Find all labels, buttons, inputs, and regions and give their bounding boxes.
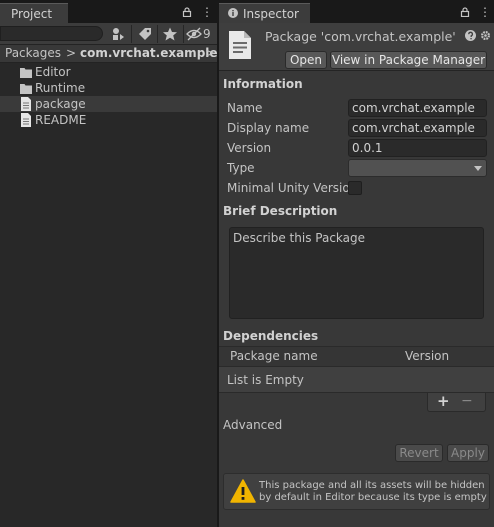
inspector-tabbar: Inspector ⋮ <box>219 0 494 23</box>
brief-description-textarea[interactable]: Describe this Package <box>229 227 484 319</box>
dependencies-list: List is Empty <box>219 367 494 393</box>
project-tab-label: Project <box>11 6 53 21</box>
lock-icon[interactable] <box>460 7 470 17</box>
folder-icon <box>20 84 32 94</box>
tree-item-label: README <box>35 113 87 127</box>
tree-item-label: Runtime <box>35 81 86 95</box>
add-dependency-button[interactable]: + <box>437 393 450 410</box>
folder-icon <box>20 68 32 78</box>
toolbar-separator <box>157 25 158 43</box>
apply-button[interactable]: Apply <box>447 444 489 462</box>
breadcrumb: Packages > com.vrchat.example > <box>0 45 217 63</box>
type-label: Type <box>227 161 255 175</box>
kebab-menu-icon[interactable]: ⋮ <box>479 5 493 19</box>
document-icon <box>21 97 31 111</box>
warning-icon <box>230 479 256 503</box>
warning-box: This package and all its assets will be … <box>223 473 490 510</box>
warning-message: This package and all its assets will be … <box>259 480 487 503</box>
version-field[interactable]: 0.0.1 <box>348 139 487 157</box>
hidden-packages-count: 9 <box>203 27 211 41</box>
dependencies-table-header: Package name Version <box>219 346 494 367</box>
package-document-icon <box>229 31 251 59</box>
column-version: Version <box>405 349 450 363</box>
chevron-down-icon <box>474 166 482 171</box>
label-tag-icon[interactable] <box>136 26 154 42</box>
toolbar-separator <box>183 25 184 43</box>
inspector-header: Package 'com.vrchat.example' Open View i… <box>219 23 494 71</box>
inspector-tab-label: Inspector <box>243 6 299 21</box>
hidden-packages-eye-icon[interactable] <box>186 26 202 42</box>
inspector-title: Package 'com.vrchat.example' <box>265 29 456 44</box>
type-dropdown[interactable] <box>348 159 487 177</box>
inspector-panel: Inspector ⋮ Package 'com.vrchat.example'… <box>219 0 494 527</box>
display-name-label: Display name <box>227 121 310 135</box>
toolbar-separator <box>131 25 132 43</box>
help-icon[interactable] <box>465 30 476 41</box>
breadcrumb-current[interactable]: com.vrchat.example <box>80 45 217 62</box>
search-input[interactable] <box>0 26 103 41</box>
document-icon <box>21 113 31 127</box>
dependencies-heading: Dependencies <box>223 329 319 343</box>
info-icon <box>228 8 238 18</box>
minimal-unity-version-label: Minimal Unity Version <box>227 181 358 195</box>
tree-item-runtime[interactable]: Runtime <box>0 80 217 96</box>
brief-description-heading: Brief Description <box>223 204 338 218</box>
gear-icon[interactable] <box>480 30 491 41</box>
open-button[interactable]: Open <box>285 51 327 69</box>
tree-item-package[interactable]: package <box>0 96 217 112</box>
revert-button[interactable]: Revert <box>395 444 443 462</box>
name-label: Name <box>227 101 263 115</box>
dependencies-footer: + − <box>427 393 486 412</box>
filter-by-type-icon[interactable] <box>110 26 128 42</box>
tab-project[interactable]: Project <box>0 3 68 23</box>
minimal-unity-version-checkbox[interactable] <box>348 181 362 195</box>
project-tabbar: Project ⋮ <box>0 0 217 23</box>
breadcrumb-separator: > <box>66 46 77 60</box>
list-empty-text: List is Empty <box>227 373 304 387</box>
breadcrumb-root[interactable]: Packages <box>5 45 61 62</box>
view-in-package-manager-button[interactable]: View in Package Manager <box>330 51 487 69</box>
advanced-foldout[interactable]: Advanced <box>223 418 282 432</box>
kebab-menu-icon[interactable]: ⋮ <box>201 5 215 19</box>
display-name-field[interactable]: com.vrchat.example <box>348 119 487 137</box>
breadcrumb-more: > <box>205 46 216 60</box>
project-toolbar: 9 <box>0 23 217 45</box>
tree-item-label: package <box>35 97 86 111</box>
column-package-name: Package name <box>230 349 318 363</box>
tree-item-editor[interactable]: Editor <box>0 64 217 80</box>
favorite-star-icon[interactable] <box>161 26 179 42</box>
tree-item-label: Editor <box>35 65 71 79</box>
project-file-tree: Editor Runtime package README <box>0 64 217 128</box>
project-panel: Project ⋮ 9 Packages > com.vrchat.exampl… <box>0 0 217 527</box>
lock-icon[interactable] <box>182 7 192 17</box>
name-field[interactable]: com.vrchat.example <box>348 99 487 117</box>
version-label: Version <box>227 141 272 155</box>
information-heading: Information <box>223 77 303 91</box>
tab-inspector[interactable]: Inspector <box>219 3 310 23</box>
remove-dependency-button[interactable]: − <box>461 393 473 410</box>
tree-item-readme[interactable]: README <box>0 112 217 128</box>
